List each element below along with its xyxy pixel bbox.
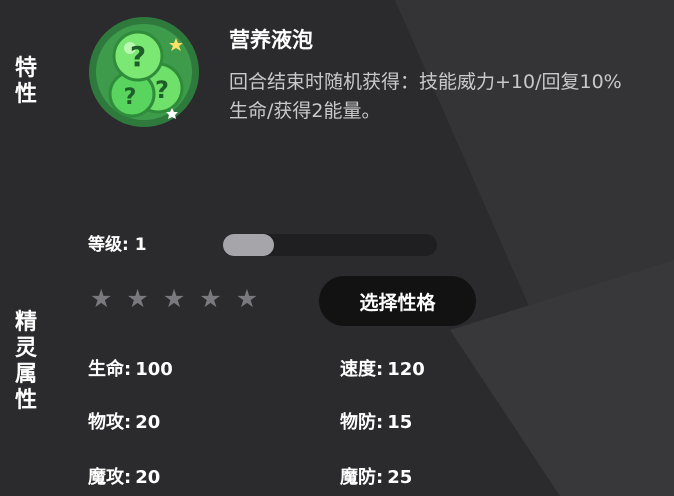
- trait-section-label: 特 性: [14, 56, 37, 107]
- stat-phys-def-value: 15: [387, 412, 413, 433]
- stat-phys-atk-value: 20: [135, 412, 161, 433]
- stat-phys-def: 物防: 15: [340, 408, 412, 434]
- level-progress-fill: [223, 234, 275, 256]
- level-label: 等级: 1: [88, 230, 147, 255]
- stat-hp-label: 生命:: [88, 359, 132, 380]
- star-icon: ★: [90, 284, 113, 313]
- level-value: 1: [134, 235, 147, 255]
- stat-phys-atk: 物攻: 20: [88, 408, 160, 434]
- stat-mag-atk-value: 20: [135, 467, 161, 488]
- level-label-text: 等级:: [88, 235, 129, 255]
- rating-stars: ★ ★ ★ ★ ★: [90, 284, 258, 314]
- attributes-section-label: 精 灵 属 性: [14, 310, 37, 413]
- stat-mag-atk: 魔攻: 20: [88, 463, 160, 489]
- stat-speed-label: 速度:: [340, 359, 384, 380]
- star-icon: ★: [126, 284, 149, 313]
- svg-text:?: ?: [130, 40, 146, 73]
- trait-name: 营养液泡: [229, 28, 313, 52]
- green-bubble-question-icon: ? ? ?: [88, 16, 200, 128]
- stat-phys-def-label: 物防:: [340, 412, 384, 433]
- choose-nature-button[interactable]: 选择性格: [319, 276, 476, 326]
- stat-mag-def-value: 25: [387, 467, 413, 488]
- stat-phys-atk-label: 物攻:: [88, 412, 132, 433]
- stat-mag-atk-label: 魔攻:: [88, 467, 132, 488]
- stat-mag-def: 魔防: 25: [340, 463, 412, 489]
- star-icon: ★: [199, 284, 222, 313]
- star-icon: ★: [235, 284, 259, 313]
- trait-description: 回合结束时随机获得：技能威力+10/回复10%生命/获得2能量。: [229, 71, 622, 122]
- stat-hp-value: 100: [135, 359, 173, 380]
- stat-mag-def-label: 魔防:: [340, 467, 384, 488]
- stat-speed: 速度: 120: [340, 355, 425, 381]
- star-icon: ★: [162, 284, 186, 313]
- stat-speed-value: 120: [387, 359, 425, 380]
- svg-text:?: ?: [155, 76, 169, 104]
- svg-text:?: ?: [124, 85, 137, 110]
- stat-hp: 生命: 100: [88, 355, 173, 381]
- level-progress-bar: [223, 234, 437, 256]
